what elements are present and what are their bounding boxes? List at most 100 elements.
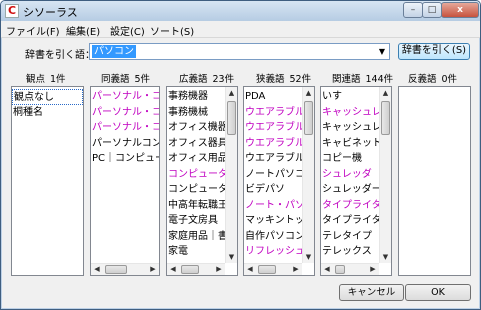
list-item[interactable]: ノートパソコン: [244, 167, 302, 183]
list-item[interactable]: ビデパソ: [244, 182, 302, 198]
horizontal-scrollbar[interactable]: ◀ ▶: [167, 263, 225, 275]
lookup-button[interactable]: 辞書を引く(S): [398, 43, 470, 60]
list-item[interactable]: 事務機器: [167, 89, 225, 105]
list-item[interactable]: テレックス: [321, 244, 379, 260]
broader-list[interactable]: 事務機器事務機械オフィス機器オフィス器具オフィス用品コンピュータコンピューター中…: [166, 86, 238, 276]
menu-edit[interactable]: 編集(E): [66, 23, 100, 38]
antonym-count: 0件: [441, 74, 458, 85]
list-item[interactable]: コンピューター: [167, 182, 225, 198]
list-item[interactable]: キャビネット｜収納: [321, 136, 379, 152]
vertical-scrollbar[interactable]: ▲ ▼: [302, 87, 314, 263]
list-item[interactable]: オフィス用品: [167, 151, 225, 167]
scroll-left-icon[interactable]: ◀: [321, 264, 333, 275]
synonym-list[interactable]: パーソナル・コンピュータパーソナル・コンピュータパーソナル・コンピュータパーソナ…: [90, 86, 160, 276]
scroll-thumb[interactable]: [335, 265, 345, 274]
chevron-down-icon[interactable]: ▼: [375, 44, 389, 59]
list-item[interactable]: オフィス機器: [167, 120, 225, 136]
scroll-right-icon[interactable]: ▶: [290, 264, 302, 275]
main-panel: 辞書を引く語： パソコン ▼ 辞書を引く(S) 観点 1件 観点なし 桐種名 同義語 5件…: [2, 38, 479, 308]
list-item[interactable]: 自作パソコン: [244, 229, 302, 245]
scroll-thumb[interactable]: [381, 101, 390, 135]
list-item[interactable]: PC｜コンピュータ: [91, 151, 159, 167]
horizontal-scrollbar[interactable]: ◀ ▶: [91, 263, 159, 275]
scroll-thumb[interactable]: [304, 101, 313, 135]
search-combo[interactable]: パソコン ▼: [89, 43, 390, 60]
scroll-thumb[interactable]: [105, 265, 127, 274]
list-item[interactable]: オフィス器具: [167, 136, 225, 152]
app-icon: C: [5, 4, 19, 18]
antonym-list[interactable]: [398, 86, 471, 276]
cancel-button[interactable]: キャンセル: [339, 284, 404, 301]
antonym-title: 反義語: [408, 74, 437, 85]
list-item[interactable]: ウエアラブル・コンピュータ: [244, 136, 302, 152]
list-item[interactable]: 観点なし: [12, 89, 83, 105]
scroll-left-icon[interactable]: ◀: [244, 264, 256, 275]
list-item[interactable]: 電子文房具: [167, 213, 225, 229]
vertical-scrollbar[interactable]: ▲ ▼: [379, 87, 391, 263]
list-item[interactable]: ウエアラブルコンピュータ: [244, 151, 302, 167]
horizontal-scrollbar[interactable]: ◀ ▶: [244, 263, 302, 275]
menu-sort[interactable]: ソート(S): [150, 23, 194, 38]
list-item[interactable]: シュレッダ: [321, 167, 379, 183]
close-button[interactable]: x: [441, 2, 479, 18]
list-item[interactable]: いす: [321, 89, 379, 105]
related-title: 関連語: [332, 74, 361, 85]
list-item[interactable]: マッキントッシュ: [244, 213, 302, 229]
list-item[interactable]: 家電: [167, 244, 225, 260]
list-item[interactable]: タイプライタ: [321, 198, 379, 214]
scroll-right-icon[interactable]: ▶: [213, 264, 225, 275]
scroll-down-icon[interactable]: ▼: [303, 251, 314, 263]
menu-file[interactable]: ファイル(F): [6, 23, 60, 38]
horizontal-scrollbar[interactable]: ◀ ▶: [321, 263, 379, 275]
list-item[interactable]: キャッシュレジスター: [321, 120, 379, 136]
search-label: 辞書を引く語：: [25, 50, 95, 61]
related-count: 144件: [365, 74, 394, 85]
list-item[interactable]: タイプライター: [321, 213, 379, 229]
list-item[interactable]: シュレッダー: [321, 182, 379, 198]
scroll-up-icon[interactable]: ▲: [303, 87, 314, 99]
search-input[interactable]: パソコン: [92, 45, 136, 58]
narrower-list[interactable]: PDAウエアラブル・コンピュータウエアラブル・コンピュータウエアラブル・コンピュ…: [243, 86, 315, 276]
list-item[interactable]: 事務機械: [167, 105, 225, 121]
list-item[interactable]: テレタイプ: [321, 229, 379, 245]
list-item[interactable]: ノート・パソコン: [244, 198, 302, 214]
viewpoint-list[interactable]: 観点なし 桐種名: [11, 86, 84, 276]
list-item[interactable]: パーソナル・コンピュータ: [91, 89, 159, 105]
list-item[interactable]: リフレッシュ・パソコン: [244, 244, 302, 260]
list-item[interactable]: ウエアラブル・コンピュータ: [244, 120, 302, 136]
window-title: シソーラス: [23, 6, 78, 19]
scroll-thumb[interactable]: [181, 265, 199, 274]
scroll-up-icon[interactable]: ▲: [380, 87, 391, 99]
viewpoint-header: 観点 1件: [26, 71, 66, 85]
scroll-left-icon[interactable]: ◀: [167, 264, 179, 275]
list-item[interactable]: 家庭用品｜書斎: [167, 229, 225, 245]
list-item[interactable]: パーソナルコンピュータ: [91, 136, 159, 152]
minimize-button[interactable]: –: [403, 2, 423, 18]
scroll-left-icon[interactable]: ◀: [91, 264, 103, 275]
list-item[interactable]: PDA: [244, 89, 302, 105]
scroll-right-icon[interactable]: ▶: [367, 264, 379, 275]
broader-title: 広義語: [179, 74, 208, 85]
scroll-thumb[interactable]: [227, 101, 236, 135]
broader-header: 広義語 23件: [179, 71, 234, 85]
maximize-button[interactable]: □: [422, 2, 442, 18]
list-item[interactable]: コンピュータ: [167, 167, 225, 183]
related-list[interactable]: いすキャッシュレジスターキャッシュレジスターキャビネット｜収納コピー機シュレッダ…: [320, 86, 392, 276]
vertical-scrollbar[interactable]: ▲ ▼: [225, 87, 237, 263]
menu-bar: ファイル(F) 編集(E) 設定(C) ソート(S): [1, 21, 480, 38]
list-item[interactable]: 桐種名: [12, 105, 83, 121]
scroll-thumb[interactable]: [258, 265, 276, 274]
scroll-down-icon[interactable]: ▼: [380, 251, 391, 263]
list-item[interactable]: パーソナル・コンピュータ: [91, 105, 159, 121]
list-item[interactable]: コピー機: [321, 151, 379, 167]
list-item[interactable]: キャッシュレジスター: [321, 105, 379, 121]
scroll-down-icon[interactable]: ▼: [226, 251, 237, 263]
menu-settings[interactable]: 設定(C): [110, 23, 145, 38]
list-item[interactable]: ウエアラブル・コンピュータ: [244, 105, 302, 121]
scroll-up-icon[interactable]: ▲: [226, 87, 237, 99]
scroll-right-icon[interactable]: ▶: [147, 264, 159, 275]
ok-button[interactable]: OK: [405, 284, 471, 301]
title-bar[interactable]: C シソーラス – □ x: [1, 1, 480, 21]
list-item[interactable]: 中高年転職王: [167, 198, 225, 214]
list-item[interactable]: パーソナル・コンピュータ: [91, 120, 159, 136]
